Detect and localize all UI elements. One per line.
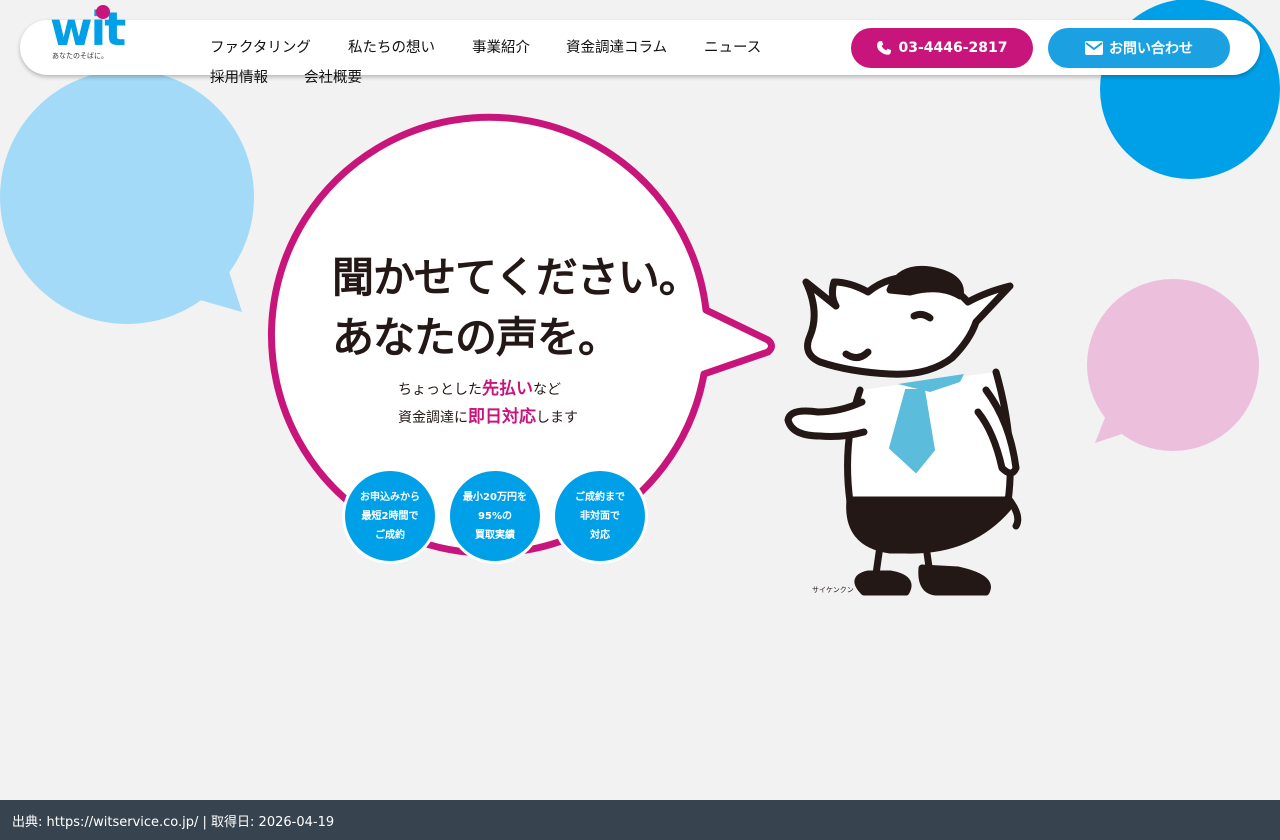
phone-button[interactable]: 03-4446-2817 bbox=[851, 28, 1033, 68]
nav-item-company[interactable]: 会社概要 bbox=[304, 66, 362, 87]
nav-item-factoring[interactable]: ファクタリング bbox=[210, 36, 311, 57]
site-logo[interactable]: wit あなたのそばに。 bbox=[50, 4, 130, 64]
nav-item-our-thoughts[interactable]: 私たちの想い bbox=[348, 36, 435, 57]
hero-sub1-post: など bbox=[533, 382, 561, 398]
hero-sub1-highlight: 先払い bbox=[482, 379, 533, 399]
logo-dot-icon bbox=[96, 5, 110, 19]
hero-subtitle: ちょっとした先払いなど 資金調達に即日対応します bbox=[398, 376, 578, 432]
feature-2-line-3: 買取実績 bbox=[475, 529, 515, 541]
phone-icon bbox=[877, 41, 892, 55]
light-blue-speech-bubble bbox=[0, 70, 254, 324]
hero-sub2-highlight: 即日対応 bbox=[468, 407, 536, 427]
phone-number-label: 03-4446-2817 bbox=[898, 40, 1008, 56]
hero-sub1-pre: ちょっとした bbox=[398, 382, 482, 398]
hero-title: 聞かせてください。 あなたの声を。 bbox=[332, 248, 701, 368]
feature-badge-purchase-rate: 最小20万円を 95%の 買取実績 bbox=[447, 468, 543, 564]
nav-item-recruit[interactable]: 採用情報 bbox=[210, 66, 268, 87]
feature-3-line-1: ご成約まで bbox=[575, 491, 625, 503]
hero-title-line2: あなたの声を。 bbox=[332, 313, 620, 362]
envelope-icon bbox=[1085, 41, 1103, 55]
nav-item-news[interactable]: ニュース bbox=[704, 36, 761, 57]
pink-speech-bubble bbox=[1087, 279, 1259, 451]
nav-item-business[interactable]: 事業紹介 bbox=[472, 36, 530, 57]
hero-sub2-post: します bbox=[536, 410, 578, 426]
source-footer-bar: 出典: https://witservice.co.jp/ | 取得日: 202… bbox=[0, 800, 1280, 840]
hero-sub2-pre: 資金調達に bbox=[398, 410, 468, 426]
feature-1-line-2: 最短2時間で bbox=[361, 510, 419, 522]
feature-2-line-1: 最小20万円を bbox=[463, 491, 527, 503]
source-footer-text: 出典: https://witservice.co.jp/ | 取得日: 202… bbox=[12, 814, 335, 830]
feature-3-line-2: 非対面で bbox=[580, 510, 620, 522]
contact-button[interactable]: お問い合わせ bbox=[1048, 28, 1230, 68]
mascot-name-label: サイケンクン bbox=[812, 586, 854, 594]
feature-3-line-3: 対応 bbox=[590, 529, 610, 541]
feature-1-line-1: お申込みから bbox=[360, 491, 420, 503]
logo-tagline: あなたのそばに。 bbox=[52, 52, 108, 60]
logo-wordmark: wit bbox=[50, 2, 126, 56]
feature-badge-non-face-to-face: ご成約まで 非対面で 対応 bbox=[552, 468, 648, 564]
decorative-bubbles bbox=[0, 0, 1280, 557]
nav-item-funding-column[interactable]: 資金調達コラム bbox=[566, 36, 667, 57]
hero-title-line1: 聞かせてください。 bbox=[332, 253, 701, 302]
contact-label: お問い合わせ bbox=[1109, 41, 1193, 57]
feature-1-line-3: ご成約 bbox=[375, 529, 405, 541]
feature-2-line-2: 95%の bbox=[478, 510, 512, 522]
rhino-mascot-illustration bbox=[784, 265, 1022, 596]
feature-badge-fast-contract: お申込みから 最短2時間で ご成約 bbox=[342, 468, 438, 564]
